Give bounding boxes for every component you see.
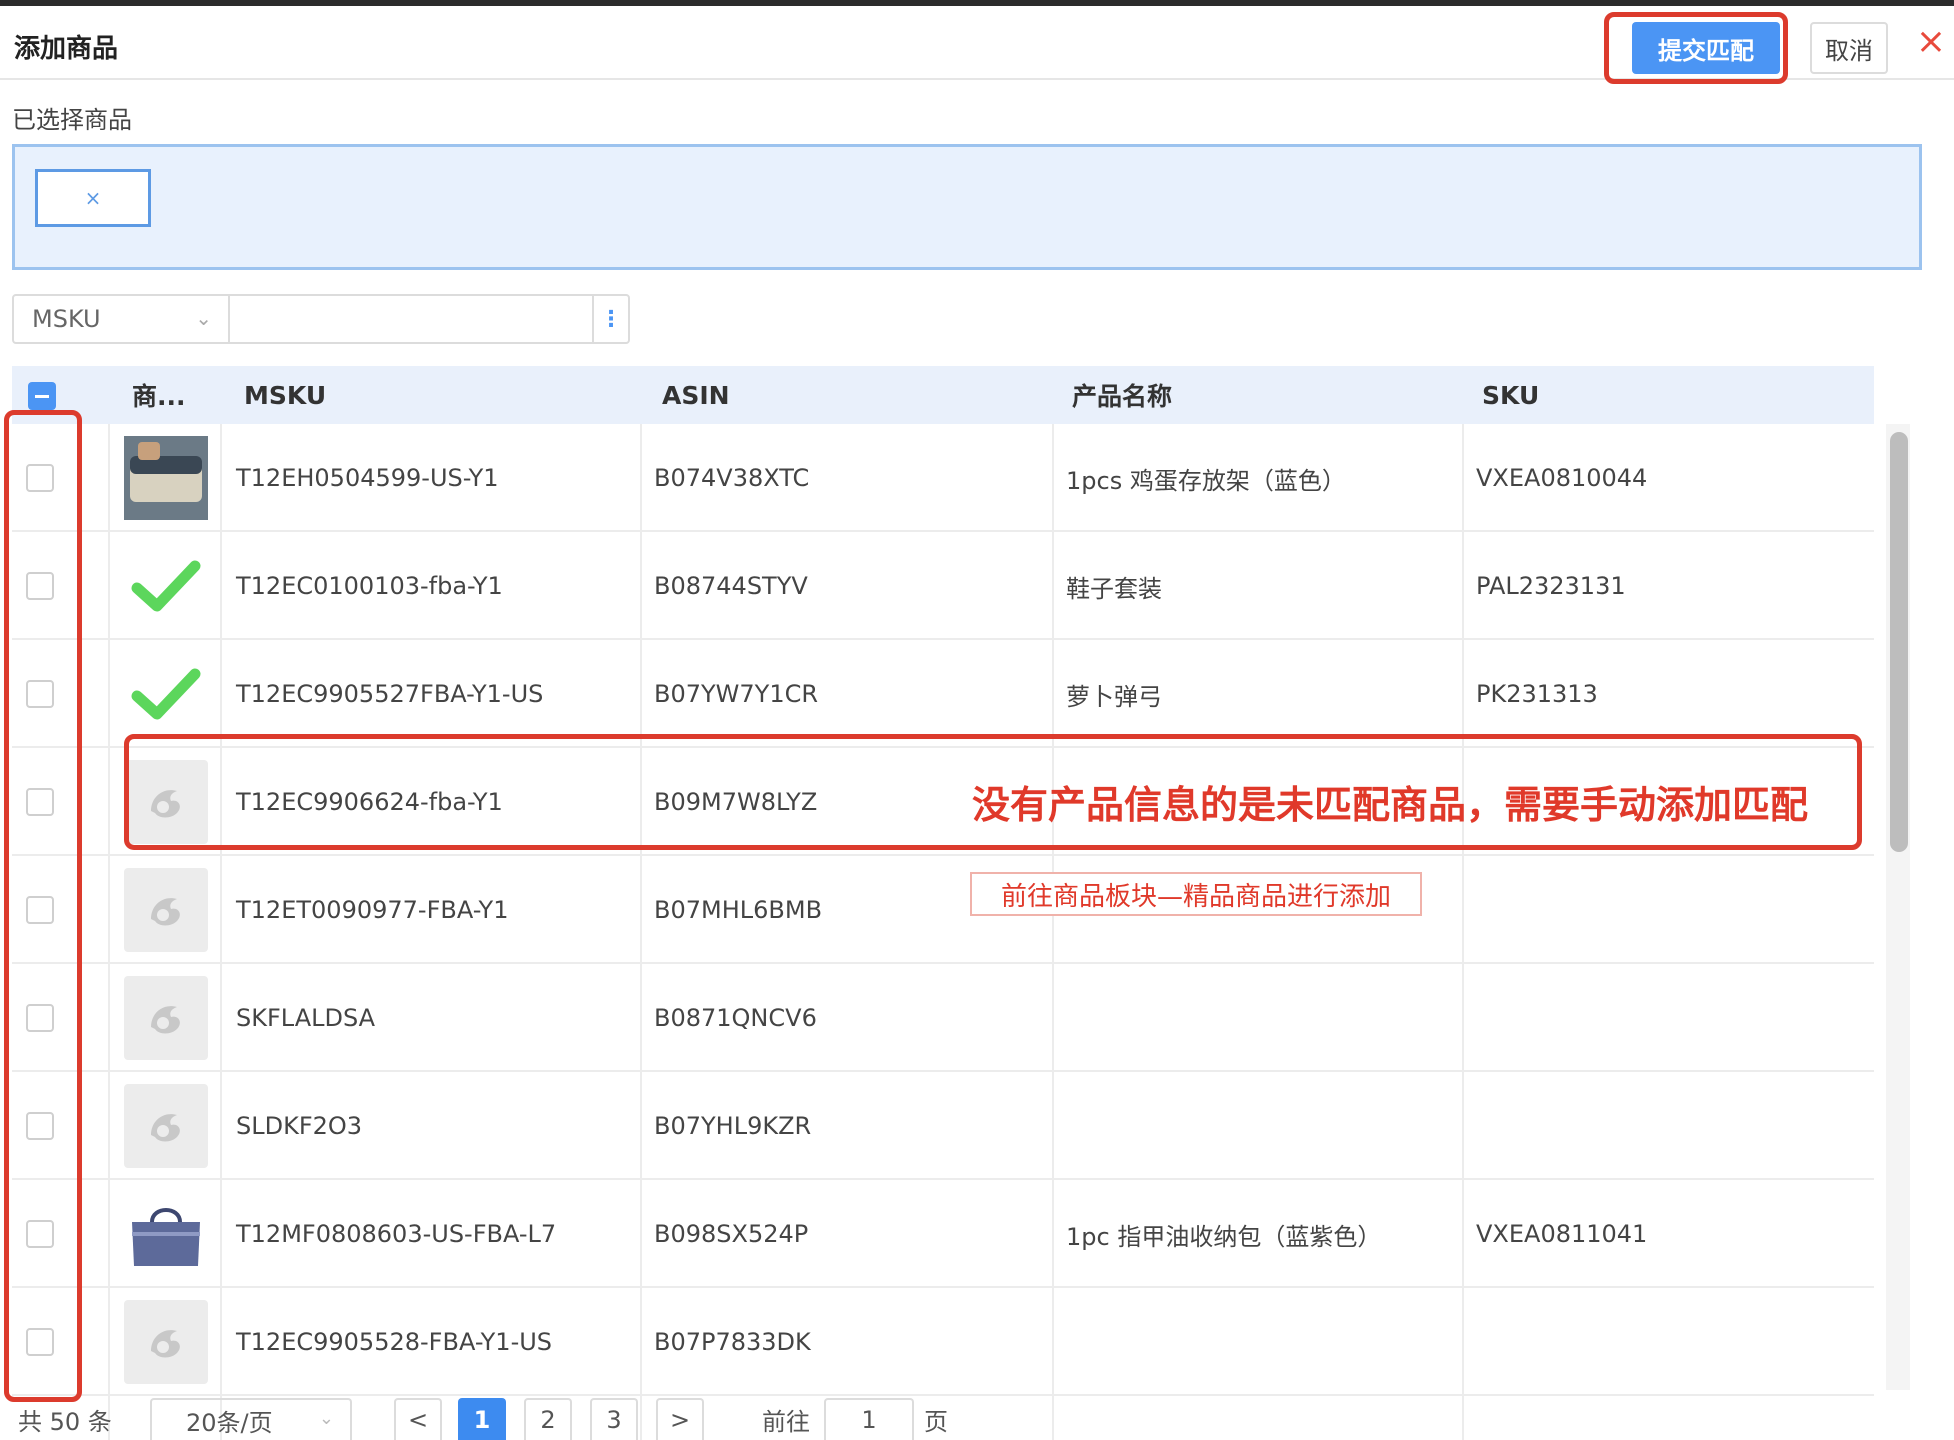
page-button-3[interactable]: 3	[590, 1398, 638, 1440]
column-header-product-name[interactable]: 产品名称	[1072, 366, 1172, 424]
row-checkbox[interactable]	[26, 1112, 54, 1140]
checkmark-icon	[124, 652, 208, 736]
more-options-icon[interactable]: ⋮	[592, 294, 630, 344]
cell-msku: T12MF0808603-US-FBA-L7	[236, 1220, 557, 1248]
cell-msku: SLDKF2O3	[236, 1112, 363, 1140]
goto-label: 前往	[762, 1408, 810, 1436]
cell-sku: PK231313	[1476, 680, 1598, 708]
cell-msku: T12EC9905528-FBA-Y1-US	[236, 1328, 553, 1356]
column-divider	[1052, 424, 1054, 1440]
cell-msku: T12EC9905527FBA-Y1-US	[236, 680, 544, 708]
product-image-box	[124, 436, 208, 520]
cell-asin: B074V38XTC	[654, 464, 810, 492]
pagination: 共 50 条 20条/页 ⌄ < 1 2 3 > 前往 1 页	[0, 1398, 1954, 1440]
column-divider	[1462, 424, 1464, 1440]
selected-product-chip[interactable]: ×	[35, 169, 151, 227]
cell-product-name: 鞋子套装	[1066, 574, 1162, 603]
row-checkbox[interactable]	[26, 1004, 54, 1032]
cell-asin: B0871QNCV6	[654, 1004, 817, 1032]
row-checkbox[interactable]	[26, 1220, 54, 1248]
column-header-image[interactable]: 商...	[132, 366, 186, 424]
cell-asin: B07P7833DK	[654, 1328, 811, 1356]
placeholder-image-icon	[124, 760, 208, 844]
prev-page-button[interactable]: <	[394, 1398, 442, 1440]
cell-sku: PAL2323131	[1476, 572, 1626, 600]
cancel-button[interactable]: 取消	[1810, 22, 1888, 74]
checkmark-icon	[124, 544, 208, 628]
placeholder-image-icon	[124, 1300, 208, 1384]
table-row[interactable]: T12MF0808603-US-FBA-L7 B098SX524P 1pc 指甲油收…	[12, 1180, 1874, 1288]
cell-msku: T12EC0100103-fba-Y1	[236, 572, 503, 600]
cell-msku: SKFLALDSA	[236, 1004, 376, 1032]
cell-msku: T12ET0090977-FBA-Y1	[236, 896, 509, 924]
selected-products-area: ×	[12, 144, 1922, 270]
page-button-1[interactable]: 1	[458, 1398, 506, 1440]
total-count: 共 50 条	[18, 1408, 112, 1436]
column-divider	[108, 424, 110, 1440]
table-row[interactable]: SKFLALDSA B0871QNCV6	[12, 964, 1874, 1072]
chip-close-icon[interactable]: ×	[85, 186, 102, 210]
chevron-down-icon: ⌄	[195, 306, 212, 330]
column-divider	[640, 424, 642, 1440]
select-all-checkbox[interactable]	[28, 382, 56, 410]
cell-asin: B09M7W8LYZ	[654, 788, 818, 816]
cell-asin: B07MHL6BMB	[654, 896, 823, 924]
cell-product-name: 1pcs 鸡蛋存放架（蓝色）	[1066, 466, 1346, 495]
page-size-select[interactable]: 20条/页 ⌄	[150, 1398, 352, 1440]
dialog-title: 添加商品	[14, 34, 119, 64]
row-checkbox[interactable]	[26, 572, 54, 600]
cell-msku: T12EC9906624-fba-Y1	[236, 788, 503, 816]
cell-sku: VXEA0811041	[1476, 1220, 1648, 1248]
cell-asin: B07YW7Y1CR	[654, 680, 819, 708]
product-image-bag	[124, 1192, 208, 1276]
column-header-asin[interactable]: ASIN	[662, 366, 730, 424]
row-checkbox[interactable]	[26, 680, 54, 708]
cell-asin: B07YHL9KZR	[654, 1112, 812, 1140]
cell-asin: B098SX524P	[654, 1220, 809, 1248]
row-checkbox[interactable]	[26, 788, 54, 816]
annotation-add-hint: 前往商品板块—精品商品进行添加	[970, 872, 1422, 916]
table-header: 商... MSKU ASIN 产品名称 SKU	[12, 366, 1874, 424]
cell-product-name: 萝卜弹弓	[1066, 682, 1162, 711]
row-checkbox[interactable]	[26, 464, 54, 492]
cell-msku: T12EH0504599-US-Y1	[236, 464, 499, 492]
table-scrollbar-thumb[interactable]	[1890, 432, 1908, 852]
table-row[interactable]: T12EC9905528-FBA-Y1-US B07P7833DK	[12, 1288, 1874, 1396]
column-divider	[220, 424, 222, 1440]
selected-products-label: 已选择商品	[12, 106, 132, 134]
page-button-2[interactable]: 2	[524, 1398, 572, 1440]
search-field-select[interactable]: MSKU ⌄	[12, 294, 230, 344]
table-row[interactable]: T12EC0100103-fba-Y1 B08744STYV 鞋子套装 PAL2323…	[12, 532, 1874, 640]
annotation-unmatched-note: 没有产品信息的是未匹配商品，需要手动添加匹配	[972, 783, 1809, 827]
page-unit-label: 页	[924, 1408, 948, 1436]
row-checkbox[interactable]	[26, 896, 54, 924]
table-row[interactable]: T12ET0090977-FBA-Y1 B07MHL6BMB	[12, 856, 1874, 964]
cell-product-name: 1pc 指甲油收纳包（蓝紫色）	[1066, 1222, 1382, 1251]
submit-match-button[interactable]: 提交匹配	[1632, 22, 1780, 74]
table-row[interactable]: T12EH0504599-US-Y1 B074V38XTC 1pcs 鸡蛋存放架（蓝…	[12, 424, 1874, 532]
table-row[interactable]: T12EC9905527FBA-Y1-US B07YW7Y1CR 萝卜弹弓 PK231…	[12, 640, 1874, 748]
cell-sku: VXEA0810044	[1476, 464, 1648, 492]
next-page-button[interactable]: >	[656, 1398, 704, 1440]
placeholder-image-icon	[124, 976, 208, 1060]
column-header-sku[interactable]: SKU	[1482, 366, 1539, 424]
row-checkbox[interactable]	[26, 1328, 54, 1356]
placeholder-image-icon	[124, 1084, 208, 1168]
cell-asin: B08744STYV	[654, 572, 808, 600]
search-field-value: MSKU	[32, 305, 101, 333]
placeholder-image-icon	[124, 868, 208, 952]
page-size-value: 20条/页	[186, 1408, 273, 1437]
goto-page-input[interactable]: 1	[824, 1398, 914, 1440]
dialog-header: 添加商品 提交匹配 取消 ×	[0, 6, 1954, 80]
column-header-msku[interactable]: MSKU	[244, 366, 326, 424]
search-input[interactable]	[228, 294, 594, 344]
chevron-down-icon: ⌄	[318, 1408, 334, 1429]
table-row[interactable]: SLDKF2O3 B07YHL9KZR	[12, 1072, 1874, 1180]
close-icon[interactable]: ×	[1912, 22, 1950, 62]
